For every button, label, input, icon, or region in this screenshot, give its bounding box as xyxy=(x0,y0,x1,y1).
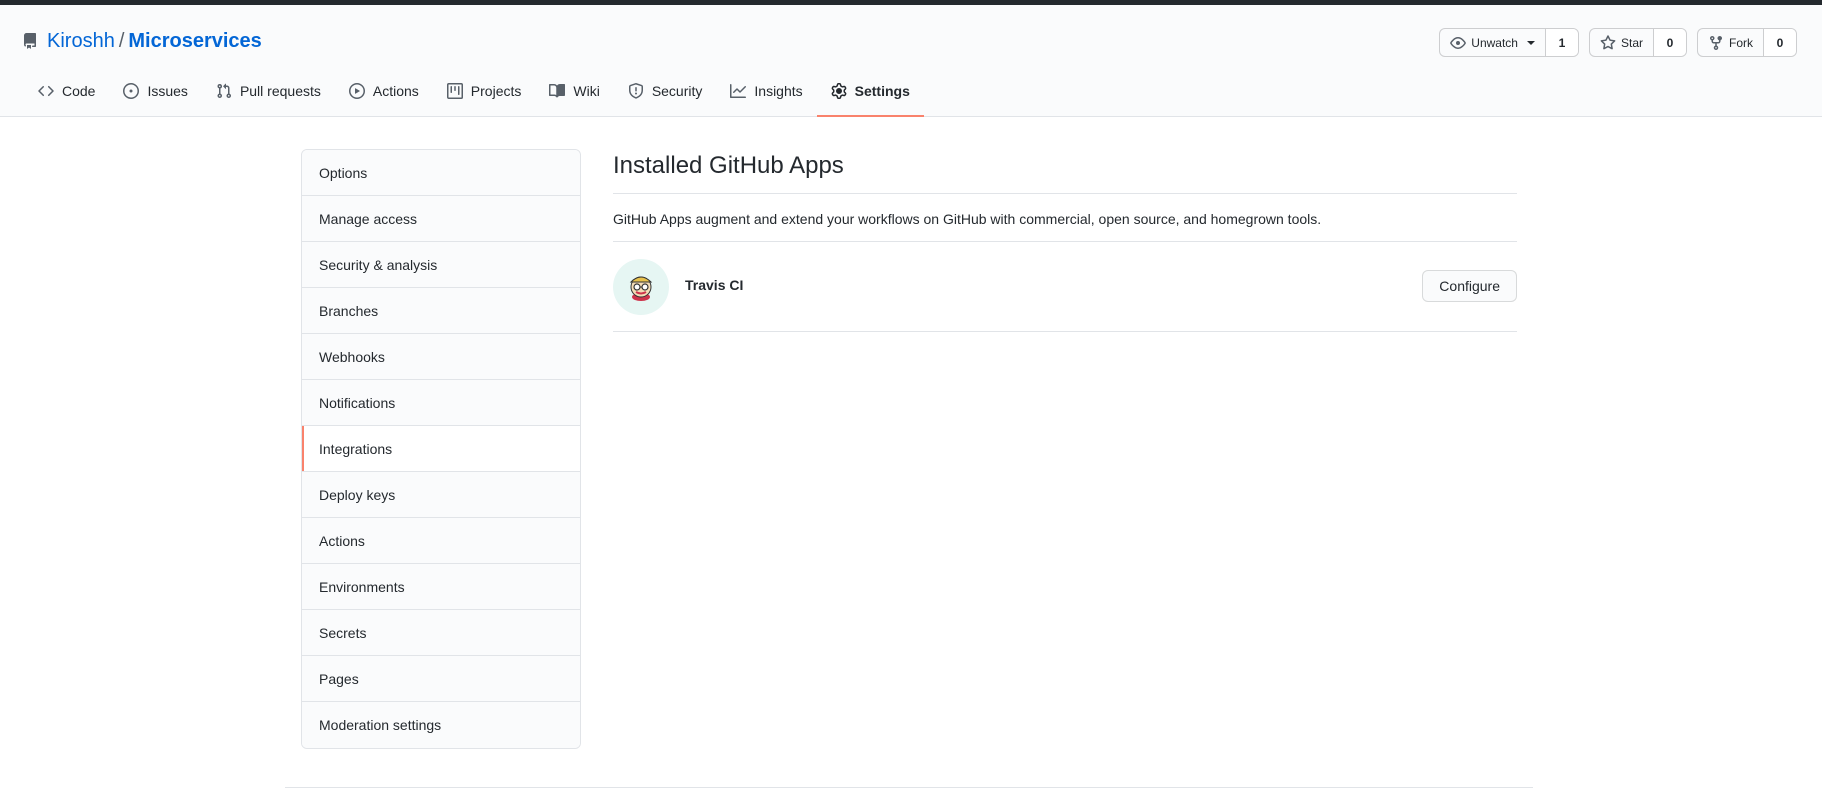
menu-item-branches[interactable]: Branches xyxy=(302,288,580,334)
watch-button-group: Unwatch 1 xyxy=(1439,28,1579,57)
watchers-count[interactable]: 1 xyxy=(1545,29,1578,56)
star-button[interactable]: Star xyxy=(1590,29,1654,56)
fork-icon xyxy=(1710,35,1722,50)
repo-icon xyxy=(22,33,38,49)
caret-down-icon xyxy=(1526,40,1535,45)
fork-button-group: Fork 0 xyxy=(1697,28,1797,57)
tab-settings[interactable]: Settings xyxy=(816,67,924,117)
tab-actions-label: Actions xyxy=(372,83,419,99)
tab-security-label: Security xyxy=(651,83,703,99)
tab-wiki-label: Wiki xyxy=(573,83,600,99)
tab-projects[interactable]: Projects xyxy=(433,67,536,117)
tab-pull-requests-label: Pull requests xyxy=(239,83,321,99)
app-row: Travis CI Configure xyxy=(613,242,1517,332)
repo-name-link[interactable]: Microservices xyxy=(128,30,261,53)
fork-button[interactable]: Fork xyxy=(1698,29,1764,56)
unwatch-label: Unwatch xyxy=(1471,35,1518,50)
project-icon xyxy=(446,83,463,99)
issue-icon xyxy=(123,83,140,99)
tab-settings-label: Settings xyxy=(854,83,910,99)
tab-code-label: Code xyxy=(62,83,96,99)
page-description: GitHub Apps augment and extend your work… xyxy=(613,211,1322,227)
pull-request-icon xyxy=(217,83,231,99)
tab-actions[interactable]: Actions xyxy=(335,67,433,117)
shield-icon xyxy=(628,83,643,99)
gear-icon xyxy=(831,83,847,99)
unwatch-button[interactable]: Unwatch xyxy=(1440,29,1546,56)
menu-item-secrets[interactable]: Secrets xyxy=(302,610,580,656)
repo-header: Kiroshh / Microservices Unwatch 1 Star 0… xyxy=(0,5,1822,117)
settings-menu: Options Manage access Security & analysi… xyxy=(301,149,581,749)
menu-item-moderation-settings[interactable]: Moderation settings xyxy=(302,702,580,748)
description-block: GitHub Apps augment and extend your work… xyxy=(613,194,1517,242)
repo-title: Kiroshh / Microservices xyxy=(22,25,262,57)
tab-issues[interactable]: Issues xyxy=(109,67,201,117)
star-icon xyxy=(1600,34,1616,49)
travis-ci-mascot-icon xyxy=(629,276,653,301)
page-title: Installed GitHub Apps xyxy=(613,152,844,179)
play-icon xyxy=(348,83,365,99)
tab-issues-label: Issues xyxy=(147,83,188,99)
repo-owner-link[interactable]: Kiroshh xyxy=(47,30,115,53)
menu-item-notifications[interactable]: Notifications xyxy=(302,380,580,426)
code-icon xyxy=(38,85,54,97)
graph-icon xyxy=(730,84,747,98)
tab-code[interactable]: Code xyxy=(24,67,109,117)
stargazers-count[interactable]: 0 xyxy=(1654,29,1686,56)
tab-pull-requests[interactable]: Pull requests xyxy=(202,67,335,117)
menu-item-security-analysis[interactable]: Security & analysis xyxy=(302,242,580,288)
menu-item-environments[interactable]: Environments xyxy=(302,564,580,610)
repo-actions: Unwatch 1 Star 0 Fork 0 xyxy=(1439,28,1797,57)
menu-item-actions[interactable]: Actions xyxy=(302,518,580,564)
star-button-group: Star 0 xyxy=(1588,28,1687,57)
menu-item-webhooks[interactable]: Webhooks xyxy=(302,334,580,380)
tab-insights-label: Insights xyxy=(754,83,803,99)
app-name: Travis CI xyxy=(685,277,744,293)
travis-ci-avatar xyxy=(613,259,669,315)
tab-projects-label: Projects xyxy=(470,83,522,99)
repo-nav-tabs: Code Issues Pull requests Actions Projec… xyxy=(24,67,924,117)
page-subhead: Installed GitHub Apps xyxy=(613,149,1517,194)
forks-count[interactable]: 0 xyxy=(1764,29,1796,56)
menu-item-integrations[interactable]: Integrations xyxy=(302,426,580,472)
eye-icon xyxy=(1450,36,1467,49)
menu-item-manage-access[interactable]: Manage access xyxy=(302,196,580,242)
star-label: Star xyxy=(1620,35,1643,50)
menu-item-options[interactable]: Options xyxy=(302,150,580,196)
tab-insights[interactable]: Insights xyxy=(716,67,816,117)
book-icon xyxy=(549,83,566,98)
tab-security[interactable]: Security xyxy=(614,67,717,117)
fork-label: Fork xyxy=(1729,35,1753,50)
menu-item-pages[interactable]: Pages xyxy=(302,656,580,702)
footer-divider xyxy=(285,787,1533,788)
configure-button[interactable]: Configure xyxy=(1422,270,1517,302)
menu-item-deploy-keys[interactable]: Deploy keys xyxy=(302,472,580,518)
tab-wiki[interactable]: Wiki xyxy=(535,67,613,117)
path-separator: / xyxy=(118,29,125,52)
main-content: Installed GitHub Apps GitHub Apps augmen… xyxy=(613,149,1517,332)
